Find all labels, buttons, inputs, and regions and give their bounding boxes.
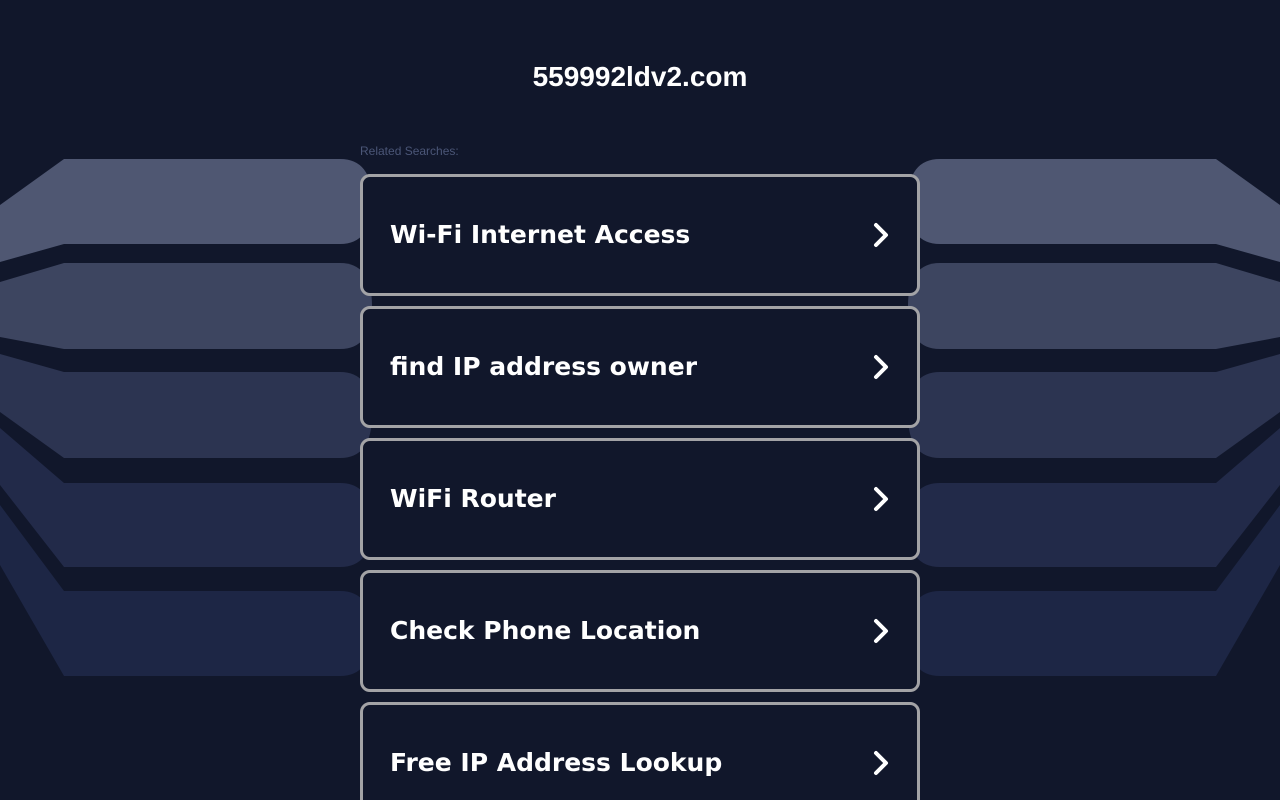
search-link-label: find IP address owner (390, 352, 698, 381)
chevron-right-icon (874, 751, 888, 775)
search-link-check-phone-location[interactable]: Check Phone Location (360, 570, 920, 692)
search-link-wifi-router[interactable]: WiFi Router (360, 438, 920, 560)
left-band-1 (0, 159, 372, 262)
chevron-right-icon (874, 487, 888, 511)
parked-domain-page: 559992ldv2.com Related Searches: Wi-Fi I… (0, 0, 1280, 800)
right-band-3 (908, 354, 1280, 458)
related-searches-list: Wi-Fi Internet Access find IP address ow… (360, 174, 920, 800)
search-link-label: Wi-Fi Internet Access (390, 220, 691, 249)
left-band-3 (0, 354, 372, 458)
left-band-2 (0, 263, 372, 349)
chevron-right-icon (874, 355, 888, 379)
related-searches-label: Related Searches: (360, 144, 459, 158)
chevron-right-icon (874, 223, 888, 247)
search-link-free-ip-address-lookup[interactable]: Free IP Address Lookup (360, 702, 920, 800)
site-title: 559992ldv2.com (532, 61, 748, 92)
search-link-wifi-internet-access[interactable]: Wi-Fi Internet Access (360, 174, 920, 296)
search-link-find-ip-address-owner[interactable]: find IP address owner (360, 306, 920, 428)
right-band-2 (908, 263, 1280, 349)
search-link-label: Check Phone Location (390, 616, 701, 645)
search-link-label: WiFi Router (390, 484, 556, 513)
search-link-label: Free IP Address Lookup (390, 748, 723, 777)
chevron-right-icon (874, 619, 888, 643)
right-band-1 (908, 159, 1280, 262)
